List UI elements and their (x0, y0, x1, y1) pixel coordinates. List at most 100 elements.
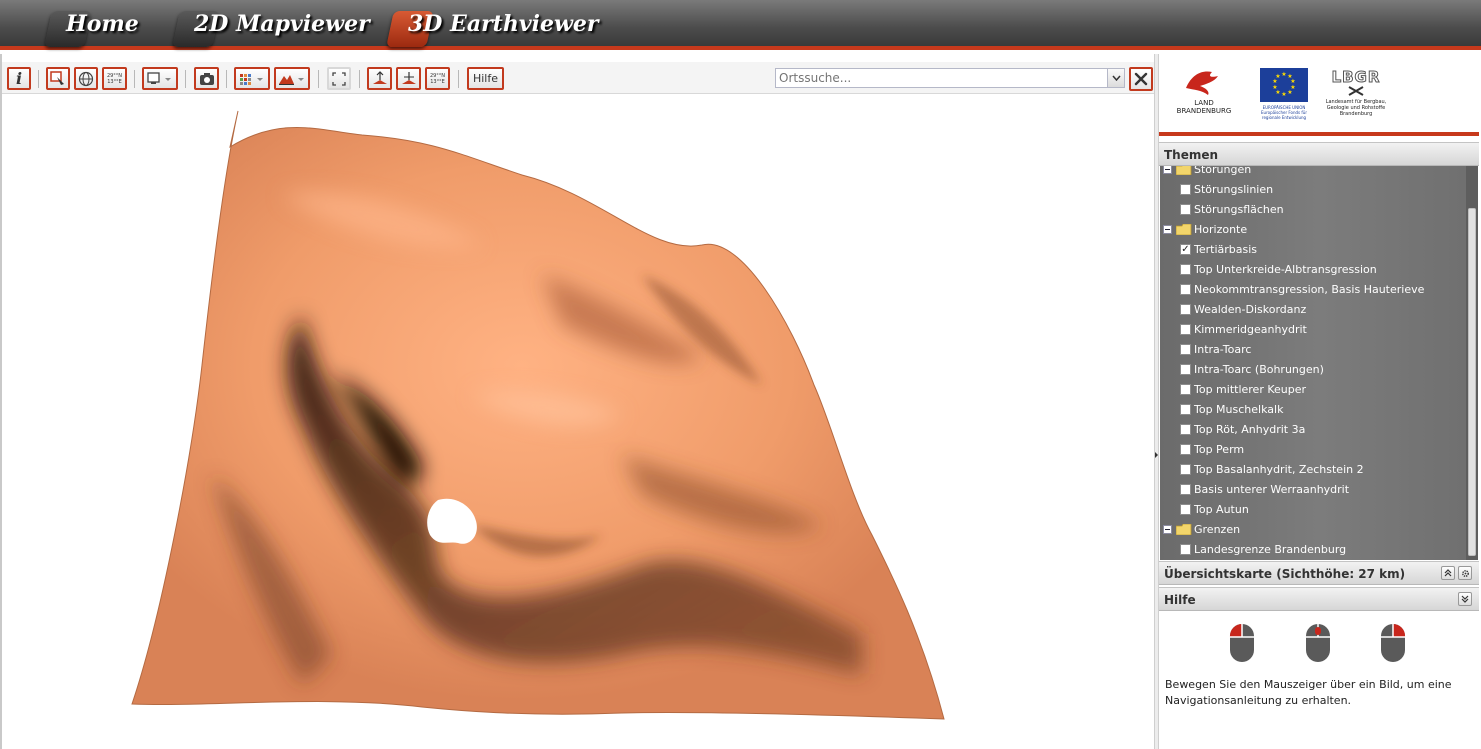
top-navigation: Home 2D Mapviewer 3D Earthviewer (0, 0, 1481, 50)
layer-checkbox[interactable] (1180, 344, 1191, 355)
layer-checkbox[interactable] (1180, 364, 1191, 375)
display-menu-button[interactable] (142, 67, 178, 90)
double-chevron-up-icon (1444, 569, 1452, 577)
lbgr-line3: Brandenburg (1339, 111, 1373, 117)
layer-item-label: Intra-Toarc (1194, 343, 1252, 356)
info-button[interactable]: i (7, 67, 31, 90)
layer-checkbox[interactable] (1180, 544, 1191, 555)
layer-checkbox[interactable] (1180, 504, 1191, 515)
terrain-icon (279, 74, 304, 85)
toolbar-separator (318, 70, 319, 88)
side-panel: LAND BRANDENBURG ★ ★ ★ ★ ★ ★ ★ ★ ★ ★ EUROPÄISCH… (1159, 54, 1481, 749)
gear-icon (1461, 569, 1469, 577)
svg-text:★: ★ (1275, 73, 1280, 80)
brandenburg-logo: LAND BRANDENBURG (1169, 68, 1239, 126)
3d-earth-view[interactable] (2, 95, 1154, 745)
help-collapse-button[interactable] (1458, 592, 1472, 606)
close-icon (1134, 72, 1148, 86)
full-extent-button[interactable] (327, 67, 351, 90)
lbgr-logo: LBGR Landesamt für Bergbau, Geologie und… (1323, 68, 1389, 128)
layer-item-label: Tertiärbasis (1194, 243, 1258, 256)
layers-menu-button[interactable] (234, 67, 270, 90)
coordinates-display-button[interactable]: 29°°N 13°°E (425, 67, 450, 90)
layer-item-label: Top Autun (1194, 503, 1249, 516)
view-tilt-icon (401, 71, 416, 84)
layer-item-label: Top mittlerer Keuper (1194, 383, 1307, 396)
layer-item-label: Top Perm (1194, 443, 1245, 456)
layer-item-label: Störungslinien (1194, 183, 1274, 196)
overview-map-title: Übersichtskarte (Sichthöhe: 27 km) (1164, 567, 1406, 581)
layer-item-label: Wealden-Diskordanz (1194, 303, 1307, 316)
layer-checkbox[interactable] (1180, 484, 1191, 495)
layer-checkbox[interactable] (1180, 184, 1191, 195)
coordinates-button[interactable]: 29°°N 13°°E (102, 67, 127, 90)
terrain-surface[interactable] (2, 95, 1154, 745)
layer-checkbox[interactable] (1180, 264, 1191, 275)
layer-checkbox[interactable] (1180, 324, 1191, 335)
help-panel-header[interactable]: Hilfe (1159, 587, 1479, 611)
collapse-toggle-icon[interactable] (1163, 525, 1172, 534)
layer-checkbox[interactable]: ✓ (1180, 244, 1191, 255)
collapse-toggle-icon[interactable] (1163, 166, 1172, 174)
view-tilt-button[interactable] (396, 67, 421, 90)
toolbar-separator (458, 70, 459, 88)
lbgr-title: LBGR (1331, 68, 1381, 87)
help-instruction-text: Bewegen Sie den Mauszeiger über ein Bild… (1165, 678, 1452, 707)
layer-checkbox[interactable] (1180, 384, 1191, 395)
layer-item-label: Kimmeridgeanhydrit (1194, 323, 1307, 336)
display-icon (147, 71, 171, 84)
overview-expand-button[interactable] (1441, 566, 1455, 580)
svg-text:★: ★ (1281, 71, 1286, 78)
tree-scrollbar[interactable] (1466, 166, 1478, 560)
map-toolbar: i 29°°N 13°°E 29°°N 13°°E Hilfe Ortssuch… (2, 62, 1154, 94)
layer-checkbox[interactable] (1180, 284, 1191, 295)
camera-icon (199, 72, 214, 85)
select-button[interactable] (46, 67, 70, 90)
layer-item-label: Landesgrenze Brandenburg (1194, 543, 1347, 556)
collapse-toggle-icon[interactable] (1163, 225, 1172, 234)
close-button[interactable] (1129, 67, 1153, 91)
overview-settings-button[interactable] (1458, 566, 1472, 580)
nav-tab-label: 3D Earthviewer (408, 11, 599, 37)
layer-item-label: Basis unterer Werraanhydrit (1194, 483, 1350, 496)
layer-checkbox[interactable] (1180, 444, 1191, 455)
layer-tree: Störungen Störungslinien Störungsflächen Ho… (1160, 166, 1478, 560)
search-input[interactable] (776, 69, 1106, 87)
view-top-button[interactable] (367, 67, 392, 90)
screenshot-button[interactable] (194, 67, 219, 90)
mouse-middle-icon[interactable] (1305, 623, 1331, 663)
select-icon (50, 70, 64, 85)
help-button[interactable]: Hilfe (467, 67, 504, 90)
double-chevron-down-icon (1461, 595, 1469, 603)
themen-header[interactable]: Themen (1159, 142, 1479, 166)
layer-item-label: Top Muschelkalk (1194, 403, 1284, 416)
chevron-down-icon (1111, 75, 1121, 81)
help-panel-body: Bewegen Sie den Mauszeiger über ein Bild… (1159, 613, 1479, 749)
mouse-left-icon[interactable] (1229, 623, 1255, 663)
scrollbar-thumb[interactable] (1468, 208, 1476, 556)
mouse-right-icon[interactable] (1380, 623, 1406, 663)
location-search[interactable] (775, 68, 1125, 88)
layers-icon (240, 73, 263, 85)
terrain-menu-button[interactable] (274, 67, 310, 90)
layer-checkbox[interactable] (1180, 304, 1191, 315)
hammer-pick-icon (1348, 86, 1364, 96)
layer-item-label: Intra-Toarc (Bohrungen) (1194, 363, 1324, 376)
globe-button[interactable] (74, 67, 98, 90)
tree-group-label: Störungen (1194, 166, 1252, 176)
layer-checkbox[interactable] (1180, 404, 1191, 415)
brandenburg-line1: LAND (1194, 99, 1214, 107)
overview-map-header[interactable]: Übersichtskarte (Sichthöhe: 27 km) (1159, 561, 1479, 585)
brandenburg-line2: BRANDENBURG (1176, 107, 1232, 115)
layer-checkbox[interactable] (1180, 464, 1191, 475)
themen-title: Themen (1164, 148, 1219, 162)
coordinates-icon: 29°°N 13°°E (106, 72, 123, 85)
toolbar-separator (359, 70, 360, 88)
search-dropdown-button[interactable] (1107, 69, 1124, 87)
tree-group-label: Horizonte (1194, 223, 1248, 236)
nav-tab-label: 2D Mapviewer (194, 11, 370, 37)
fullextent-icon (332, 71, 346, 86)
layer-checkbox[interactable] (1180, 204, 1191, 215)
info-icon: i (15, 69, 23, 88)
layer-checkbox[interactable] (1180, 424, 1191, 435)
